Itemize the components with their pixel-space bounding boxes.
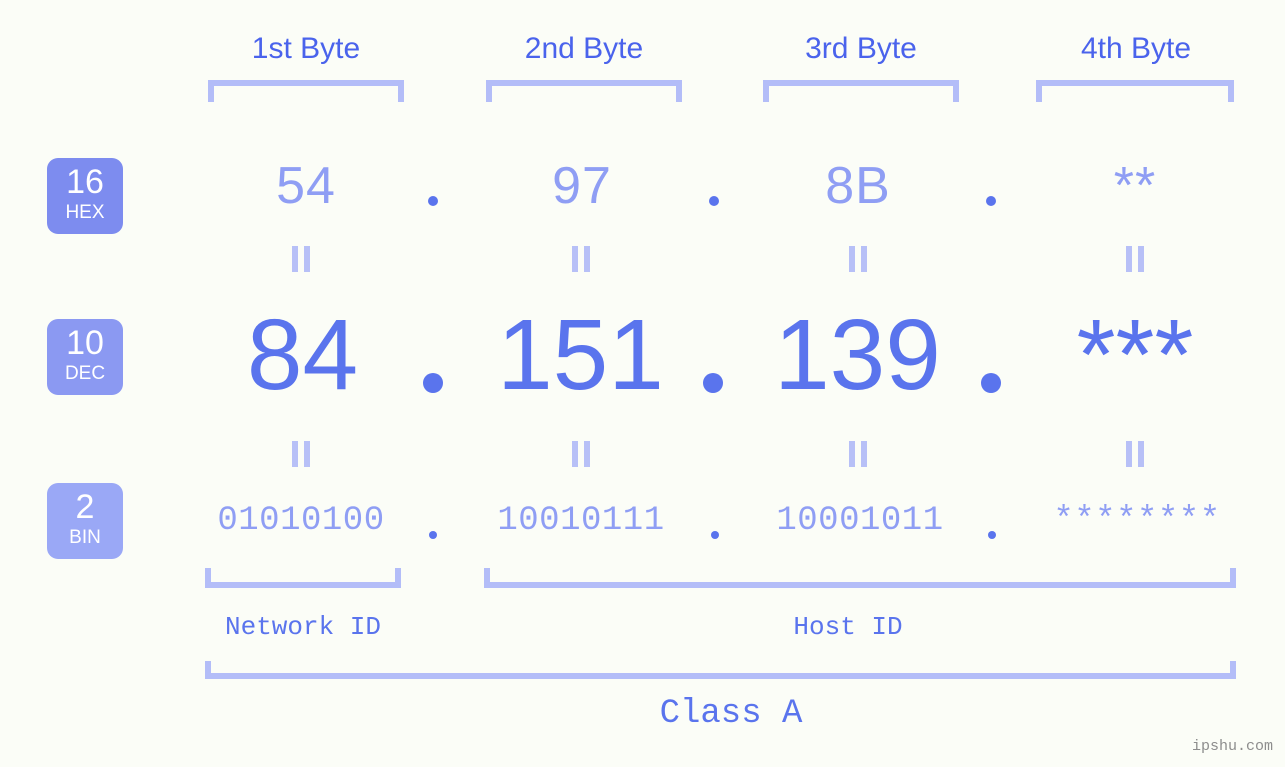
bin-dot-1 [429,531,437,539]
site-watermark: ipshu.com [1191,738,1273,755]
byte-header-1: 1st Byte [251,32,361,65]
dec-dot-3 [981,373,1001,393]
network-id-bracket [205,568,401,588]
byte-header-3: 3rd Byte [805,32,917,65]
hex-dot-1 [428,196,438,206]
host-id-label: Host ID [793,612,903,642]
equality-connector-hex-dec-1 [288,246,314,272]
bin-octet-4: ******** [1053,502,1221,540]
base-badge-bin-system: BIN [69,527,101,548]
bin-dot-2 [711,531,719,539]
base-badge-hex-system: HEX [65,202,105,223]
class-bracket [205,661,1236,679]
equality-connector-dec-bin-2 [568,441,594,467]
base-badge-bin-number: 2 [75,488,95,526]
hex-octet-1: 54 [276,157,336,215]
bin-octet-1: 01010100 [217,502,385,540]
dec-octet-2: 151 [497,299,664,411]
hex-octet-2: 97 [552,157,612,215]
bin-dot-3 [988,531,996,539]
base-badge-bin: 2 BIN [47,483,123,559]
byte-bracket-top-1 [208,80,404,102]
base-badge-dec-number: 10 [66,324,104,362]
hex-dot-3 [986,196,996,206]
dec-octet-4: *** [1076,299,1194,411]
dec-dot-2 [703,373,723,393]
dec-octet-1: 84 [246,299,359,411]
byte-bracket-top-4 [1036,80,1234,102]
base-badge-dec-system: DEC [64,363,106,384]
equality-connector-hex-dec-4 [1122,246,1148,272]
equality-connector-dec-bin-3 [845,441,871,467]
equality-connector-dec-bin-1 [288,441,314,467]
equality-connector-hex-dec-2 [568,246,594,272]
byte-bracket-top-3 [763,80,959,102]
bin-octet-3: 10001011 [776,502,944,540]
byte-bracket-top-2 [486,80,682,102]
byte-header-2: 2nd Byte [524,32,644,65]
byte-header-4: 4th Byte [1080,32,1192,65]
hex-octet-3: 8B [825,157,891,215]
base-badge-dec: 10 DEC [47,319,123,395]
base-badge-hex-number: 16 [66,163,104,201]
hex-octet-4: ** [1113,157,1157,215]
hex-dot-2 [709,196,719,206]
dec-dot-1 [423,373,443,393]
base-badge-hex: 16 HEX [47,158,123,234]
bin-octet-2: 10010111 [497,502,665,540]
network-id-label: Network ID [224,612,382,642]
equality-connector-dec-bin-4 [1122,441,1148,467]
dec-octet-3: 139 [774,299,941,411]
equality-connector-hex-dec-3 [845,246,871,272]
host-id-bracket [484,568,1236,588]
class-label: Class A [659,695,803,733]
ip-breakdown-diagram: 1st Byte 2nd Byte 3rd Byte 4th Byte 16 H… [0,0,1285,767]
